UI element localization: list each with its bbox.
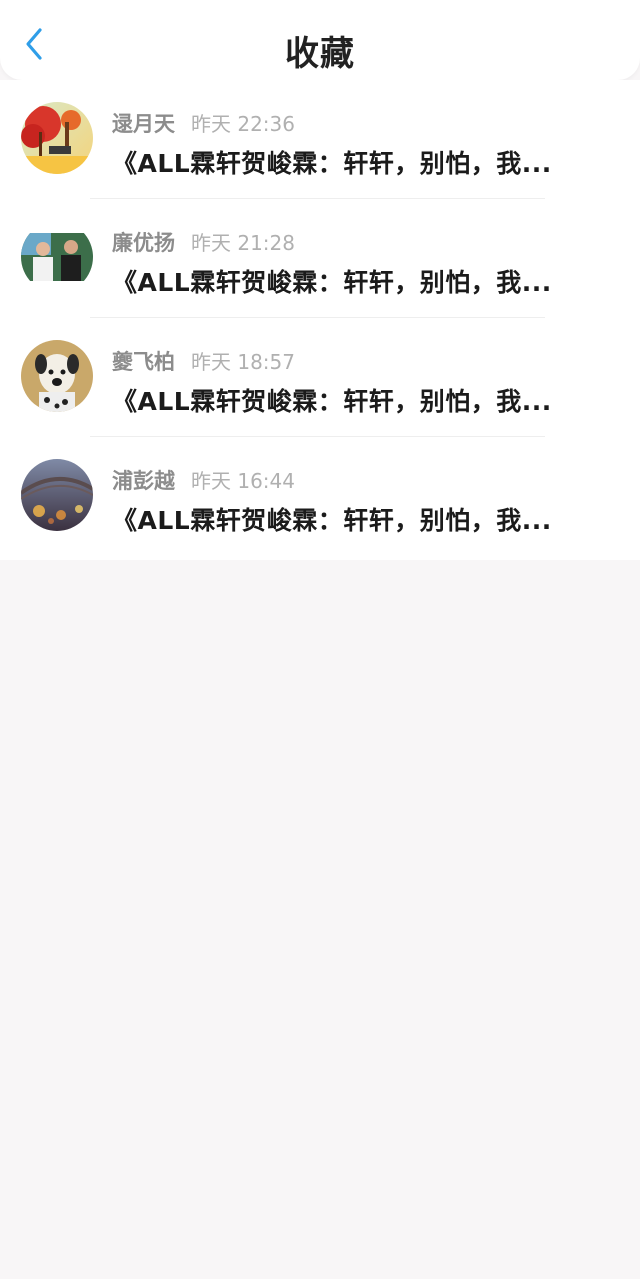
item-meta: 廉优扬 昨天 21:28	[112, 227, 295, 257]
favorites-list: 逯月天 昨天 22:36 《ALL霖轩贺峻霖：轩轩，别怕，我... 廉优扬 昨天 2…	[0, 80, 640, 560]
item-meta: 浦彭越 昨天 16:44	[112, 465, 295, 495]
avatar[interactable]	[21, 459, 93, 531]
timestamp: 昨天 18:57	[191, 350, 295, 374]
timestamp: 昨天 21:28	[191, 231, 295, 255]
list-item[interactable]: 夔飞柏 昨天 18:57 《ALL霖轩贺峻霖：轩轩，别怕，我...	[0, 317, 640, 437]
top-nav-bar: 收藏	[0, 0, 640, 80]
timestamp: 昨天 16:44	[191, 469, 295, 493]
author-name: 浦彭越	[112, 469, 175, 493]
list-item[interactable]: 廉优扬 昨天 21:28 《ALL霖轩贺峻霖：轩轩，别怕，我...	[0, 198, 640, 318]
list-item[interactable]: 逯月天 昨天 22:36 《ALL霖轩贺峻霖：轩轩，别怕，我...	[0, 80, 640, 199]
item-content: 《ALL霖轩贺峻霖：轩轩，别怕，我...	[112, 268, 552, 297]
timestamp: 昨天 22:36	[191, 112, 295, 136]
avatar[interactable]	[21, 102, 93, 174]
item-content: 《ALL霖轩贺峻霖：轩轩，别怕，我...	[112, 387, 552, 416]
avatar[interactable]	[21, 340, 93, 412]
item-meta: 夔飞柏 昨天 18:57	[112, 346, 295, 376]
author-name: 夔飞柏	[112, 350, 175, 374]
item-content: 《ALL霖轩贺峻霖：轩轩，别怕，我...	[112, 506, 552, 535]
item-content: 《ALL霖轩贺峻霖：轩轩，别怕，我...	[112, 149, 552, 178]
item-meta: 逯月天 昨天 22:36	[112, 108, 295, 138]
avatar[interactable]	[21, 221, 93, 293]
list-item[interactable]: 浦彭越 昨天 16:44 《ALL霖轩贺峻霖：轩轩，别怕，我...	[0, 436, 640, 556]
page-title: 收藏	[285, 34, 355, 74]
author-name: 廉优扬	[112, 231, 175, 255]
author-name: 逯月天	[112, 112, 175, 136]
